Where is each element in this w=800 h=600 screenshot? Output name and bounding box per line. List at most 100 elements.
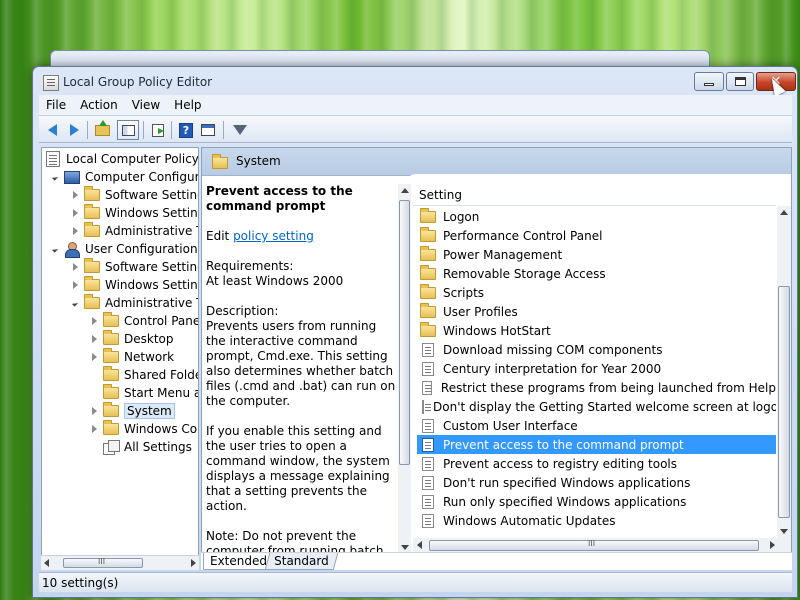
list-item[interactable]: Century interpretation for Year 2000 (417, 359, 776, 378)
tree-item-label: Software Settings (105, 260, 198, 274)
maximize-button[interactable] (726, 72, 754, 91)
navigation-tree[interactable]: Local Computer Policy Computer Configura… (41, 147, 199, 570)
description-vertical-scrollbar[interactable] (398, 184, 411, 554)
tree-item-windows-settings[interactable]: Windows Setting (70, 276, 198, 294)
collapse-arrow-icon[interactable] (50, 244, 60, 254)
expand-arrow-icon[interactable] (70, 262, 80, 272)
list-item-label: Windows HotStart (443, 323, 551, 338)
export-list-button[interactable] (149, 121, 167, 139)
tree-horizontal-scrollbar[interactable]: III (41, 555, 199, 570)
tree-item-administrative-templates[interactable]: Administrative Te (70, 294, 198, 312)
tree-item-local-computer-policy[interactable]: Local Computer Policy (46, 150, 198, 168)
scrollbar-thumb[interactable] (778, 286, 790, 518)
tab-label: Extended (210, 554, 267, 568)
tree-item-windows-components[interactable]: Windows Cor (89, 420, 198, 438)
tree-item-software-settings[interactable]: Software Settings (70, 186, 198, 204)
list-item[interactable]: Power Management (417, 245, 776, 264)
collapse-arrow-icon[interactable] (50, 172, 60, 182)
list-item[interactable]: Custom User Interface (417, 416, 776, 435)
list-vertical-scrollbar[interactable] (777, 206, 791, 538)
expand-arrow-icon[interactable] (89, 334, 99, 344)
list-item[interactable]: Windows Automatic Updates (417, 511, 776, 530)
expand-arrow-icon[interactable] (89, 424, 99, 434)
list-item[interactable]: Scripts (417, 283, 776, 302)
edit-policy-link[interactable]: policy setting (233, 229, 314, 243)
back-arrow-icon (47, 124, 57, 136)
list-item[interactable]: Don't display the Getting Started welcom… (417, 397, 776, 416)
expand-arrow-icon[interactable] (89, 406, 99, 416)
list-item[interactable]: Don't run specified Windows applications (417, 473, 776, 492)
help-button[interactable]: ? (177, 121, 195, 139)
show-hide-tree-button[interactable] (117, 120, 139, 140)
collapse-arrow-icon[interactable] (70, 298, 80, 308)
scroll-up-icon[interactable] (401, 188, 409, 193)
menu-help[interactable]: Help (167, 98, 208, 112)
maximize-icon (734, 77, 746, 86)
tree-item-desktop[interactable]: Desktop (89, 330, 174, 348)
properties-button[interactable] (199, 121, 217, 139)
scroll-left-icon[interactable] (44, 559, 49, 567)
tab-extended[interactable]: Extended (203, 553, 274, 570)
forward-button[interactable] (65, 121, 83, 139)
menu-view[interactable]: View (125, 98, 167, 112)
tree-item-computer-configuration[interactable]: Computer Configura (50, 168, 198, 186)
edit-line: Edit policy setting (206, 229, 396, 244)
content-pane: System Prevent access to the command pro… (201, 147, 792, 570)
tree-item-shared-folders[interactable]: Shared Folder (103, 366, 198, 384)
scroll-right-icon[interactable] (770, 541, 775, 549)
policy-setting-icon (422, 361, 434, 376)
list-column-header[interactable]: Setting (413, 184, 776, 206)
list-item[interactable]: Windows HotStart (417, 321, 776, 340)
list-item[interactable]: User Profiles (417, 302, 776, 321)
list-horizontal-scrollbar[interactable]: III (413, 538, 791, 553)
scrollbar-thumb[interactable]: III (429, 539, 759, 551)
group-policy-window: Local Group Policy Editor ✕ File Action … (32, 66, 798, 598)
title-bar[interactable]: Local Group Policy Editor ✕ (33, 67, 797, 97)
list-item[interactable]: Download missing COM components (417, 340, 776, 359)
list-item[interactable]: Performance Control Panel (417, 226, 776, 245)
list-item-label: Windows Automatic Updates (443, 513, 616, 528)
list-item[interactable]: Prevent access to registry editing tools (417, 454, 776, 473)
policy-setting-icon (422, 494, 434, 509)
tree-item-system[interactable]: System (89, 402, 175, 420)
up-one-level-button[interactable] (93, 119, 111, 139)
export-list-icon (152, 123, 164, 137)
tree-item-administrative-templates[interactable]: Administrative Te (70, 222, 198, 240)
list-item[interactable]: Removable Storage Access (417, 264, 776, 283)
tree-item-network[interactable]: Network (89, 348, 174, 366)
up-folder-icon (94, 119, 110, 136)
filter-button[interactable] (231, 121, 249, 139)
folder-icon (420, 283, 436, 299)
tree-item-windows-settings[interactable]: Windows Setting (70, 204, 198, 222)
menu-file[interactable]: File (39, 98, 73, 112)
list-item-selected[interactable]: Prevent access to the command prompt (417, 435, 776, 454)
tree-item-user-configuration[interactable]: User Configuration (50, 240, 198, 258)
policy-setting-icon (422, 513, 434, 528)
expand-arrow-icon[interactable] (70, 226, 80, 236)
minimize-button[interactable] (694, 72, 724, 91)
scroll-left-icon[interactable] (417, 541, 422, 549)
expand-arrow-icon[interactable] (70, 280, 80, 290)
tree-item-all-settings[interactable]: All Settings (103, 438, 192, 456)
expand-arrow-icon[interactable] (70, 190, 80, 200)
tree-item-software-settings[interactable]: Software Settings (70, 258, 198, 276)
scrollbar-thumb[interactable]: III (63, 557, 143, 568)
scrollbar-thumb[interactable] (399, 200, 410, 465)
expand-arrow-icon[interactable] (70, 208, 80, 218)
scroll-down-icon[interactable] (401, 545, 409, 550)
tree-item-start-menu[interactable]: Start Menu ar (103, 384, 198, 402)
list-item[interactable]: Run only specified Windows applications (417, 492, 776, 511)
list-item[interactable]: Logon (417, 207, 776, 226)
expand-arrow-icon[interactable] (89, 316, 99, 326)
menu-action[interactable]: Action (73, 98, 125, 112)
folder-icon (103, 384, 119, 399)
tree-item-control-panel[interactable]: Control Panel (89, 312, 198, 330)
status-bar: 10 setting(s) (39, 572, 792, 592)
scroll-up-icon[interactable] (780, 210, 788, 215)
expand-arrow-icon[interactable] (89, 352, 99, 362)
list-item[interactable]: Restrict these programs from being launc… (417, 378, 776, 397)
scroll-right-icon[interactable] (191, 559, 196, 567)
tab-standard[interactable]: Standard (264, 553, 338, 570)
back-button[interactable] (43, 121, 61, 139)
scroll-down-icon[interactable] (780, 529, 788, 534)
